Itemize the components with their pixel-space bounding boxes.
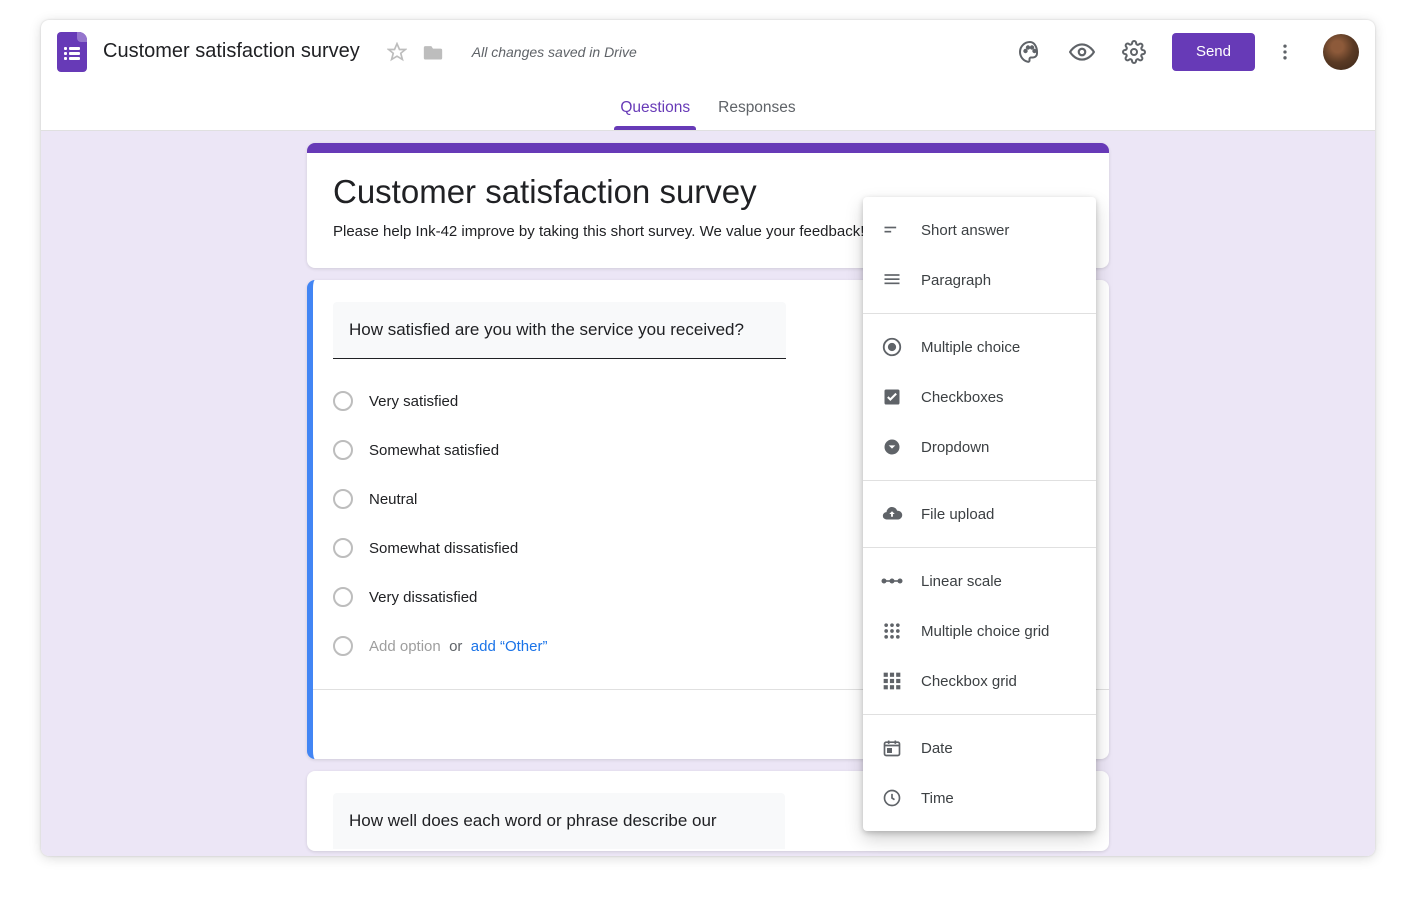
short-answer-icon [881,219,903,241]
tab-responses[interactable]: Responses [714,85,800,129]
qtype-short-answer[interactable]: Short answer [863,205,1096,255]
save-status: All changes saved in Drive [472,44,637,60]
option-label[interactable]: Very satisfied [369,393,458,410]
checkbox-icon [881,386,903,408]
question-type-menu: Short answer Paragraph Multiple choice C… [863,197,1096,831]
add-option-text[interactable]: Add option [369,638,441,655]
qtype-multiple-choice[interactable]: Multiple choice [863,322,1096,372]
calendar-icon [881,737,903,759]
form-canvas: Customer satisfaction survey Please help… [41,131,1375,856]
option-label[interactable]: Neutral [369,491,417,508]
document-title[interactable]: Customer satisfaction survey [103,40,360,63]
tab-questions[interactable]: Questions [616,85,694,129]
preview-icon[interactable] [1060,30,1104,74]
star-icon[interactable] [386,41,408,63]
qtype-label: Short answer [921,222,1009,239]
radio-icon [333,391,353,411]
customize-theme-icon[interactable] [1008,30,1052,74]
dropdown-icon [881,436,903,458]
qtype-checkboxes[interactable]: Checkboxes [863,372,1096,422]
menu-divider [863,480,1096,481]
paragraph-icon [881,269,903,291]
option-label[interactable]: Somewhat satisfied [369,442,499,459]
qtype-linear-scale[interactable]: Linear scale [863,556,1096,606]
qtype-label: Linear scale [921,573,1002,590]
option-label[interactable]: Very dissatisfied [369,589,477,606]
cloud-upload-icon [881,503,903,525]
linear-scale-icon [881,570,903,592]
question-title-text: How satisfied are you with the service y… [349,320,744,339]
account-avatar[interactable] [1323,34,1359,70]
radio-icon [333,489,353,509]
question-title-input[interactable]: How well does each word or phrase descri… [333,793,785,849]
qtype-time[interactable]: Time [863,773,1096,823]
qtype-label: Date [921,740,953,757]
radio-selected-icon [881,336,903,358]
forms-app-icon[interactable] [57,32,87,72]
mc-grid-icon [881,620,903,642]
qtype-file-upload[interactable]: File upload [863,489,1096,539]
qtype-label: File upload [921,506,994,523]
qtype-date[interactable]: Date [863,723,1096,773]
qtype-checkbox-grid[interactable]: Checkbox grid [863,656,1096,706]
radio-icon [333,538,353,558]
more-options-icon[interactable] [1263,30,1307,74]
radio-icon [333,587,353,607]
menu-divider [863,547,1096,548]
qtype-dropdown[interactable]: Dropdown [863,422,1096,472]
or-text: or [449,638,462,655]
checkbox-grid-icon [881,670,903,692]
qtype-label: Time [921,790,954,807]
app-window: Customer satisfaction survey All changes… [41,20,1375,856]
menu-divider [863,714,1096,715]
add-other-link[interactable]: add “Other” [471,638,548,655]
qtype-label: Checkboxes [921,389,1004,406]
move-to-folder-icon[interactable] [422,41,444,63]
qtype-label: Multiple choice grid [921,623,1049,640]
question-title-text: How well does each word or phrase descri… [349,811,717,830]
menu-divider [863,313,1096,314]
radio-icon [333,636,353,656]
option-label[interactable]: Somewhat dissatisfied [369,540,518,557]
qtype-label: Checkbox grid [921,673,1017,690]
qtype-label: Multiple choice [921,339,1020,356]
qtype-label: Dropdown [921,439,989,456]
question-title-input[interactable]: How satisfied are you with the service y… [333,302,786,359]
settings-icon[interactable] [1112,30,1156,74]
tabs-bar: Questions Responses [41,83,1375,131]
qtype-label: Paragraph [921,272,991,289]
qtype-multiple-choice-grid[interactable]: Multiple choice grid [863,606,1096,656]
send-button[interactable]: Send [1172,33,1255,71]
clock-icon [881,787,903,809]
header-bar: Customer satisfaction survey All changes… [41,20,1375,83]
qtype-paragraph[interactable]: Paragraph [863,255,1096,305]
radio-icon [333,440,353,460]
